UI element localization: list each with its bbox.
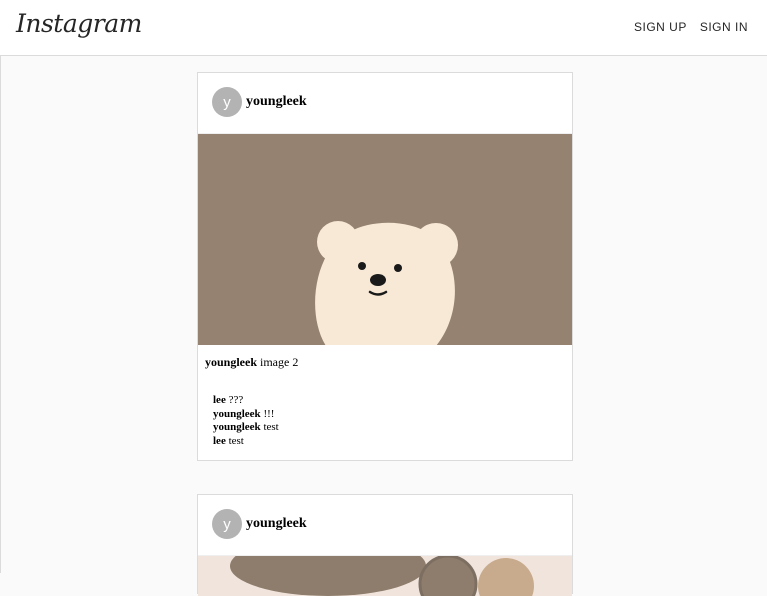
comment: lee test xyxy=(213,435,557,449)
comment-text: ??? xyxy=(228,394,244,406)
caption-username[interactable]: youngleek xyxy=(205,355,257,369)
comment-text: test xyxy=(263,421,279,433)
comment-username[interactable]: youngleek xyxy=(213,408,261,420)
post-header: y youngleek xyxy=(198,73,572,134)
sign-in-link[interactable]: SIGN IN xyxy=(700,20,748,34)
bear-illustration xyxy=(315,221,458,345)
comment-text: test xyxy=(228,434,244,447)
post-username[interactable]: youngleek xyxy=(246,516,307,532)
post-card: y youngleek xyxy=(197,494,573,596)
post-header: y youngleek xyxy=(198,495,572,556)
avatar[interactable]: y xyxy=(212,509,242,539)
avatar[interactable]: y xyxy=(212,87,242,117)
comment: youngleek test xyxy=(213,421,557,435)
top-header: Instagram SIGN UP SIGN IN xyxy=(0,0,767,56)
post-card: y youngleek youngleek image 2 lee ??? yo… xyxy=(197,72,573,461)
post-image[interactable] xyxy=(198,556,572,596)
comment-username[interactable]: lee xyxy=(213,394,226,406)
comment-text: !!! xyxy=(263,407,275,420)
left-divider xyxy=(0,56,1,573)
post-caption: youngleek image 2 xyxy=(198,345,572,370)
caption-text: image 2 xyxy=(260,355,299,369)
instagram-logo[interactable]: Instagram xyxy=(16,9,142,38)
comments-list: lee ??? youngleek !!! youngleek test lee… xyxy=(198,370,572,463)
post-username[interactable]: youngleek xyxy=(246,94,307,110)
auth-nav: SIGN UP SIGN IN xyxy=(634,20,748,34)
sign-up-link[interactable]: SIGN UP xyxy=(634,20,687,34)
comment-username[interactable]: youngleek xyxy=(213,421,261,433)
comment: youngleek !!! xyxy=(213,408,557,422)
post-image[interactable] xyxy=(198,134,572,345)
comment-username[interactable]: lee xyxy=(213,435,226,447)
comment: lee ??? xyxy=(213,394,557,408)
